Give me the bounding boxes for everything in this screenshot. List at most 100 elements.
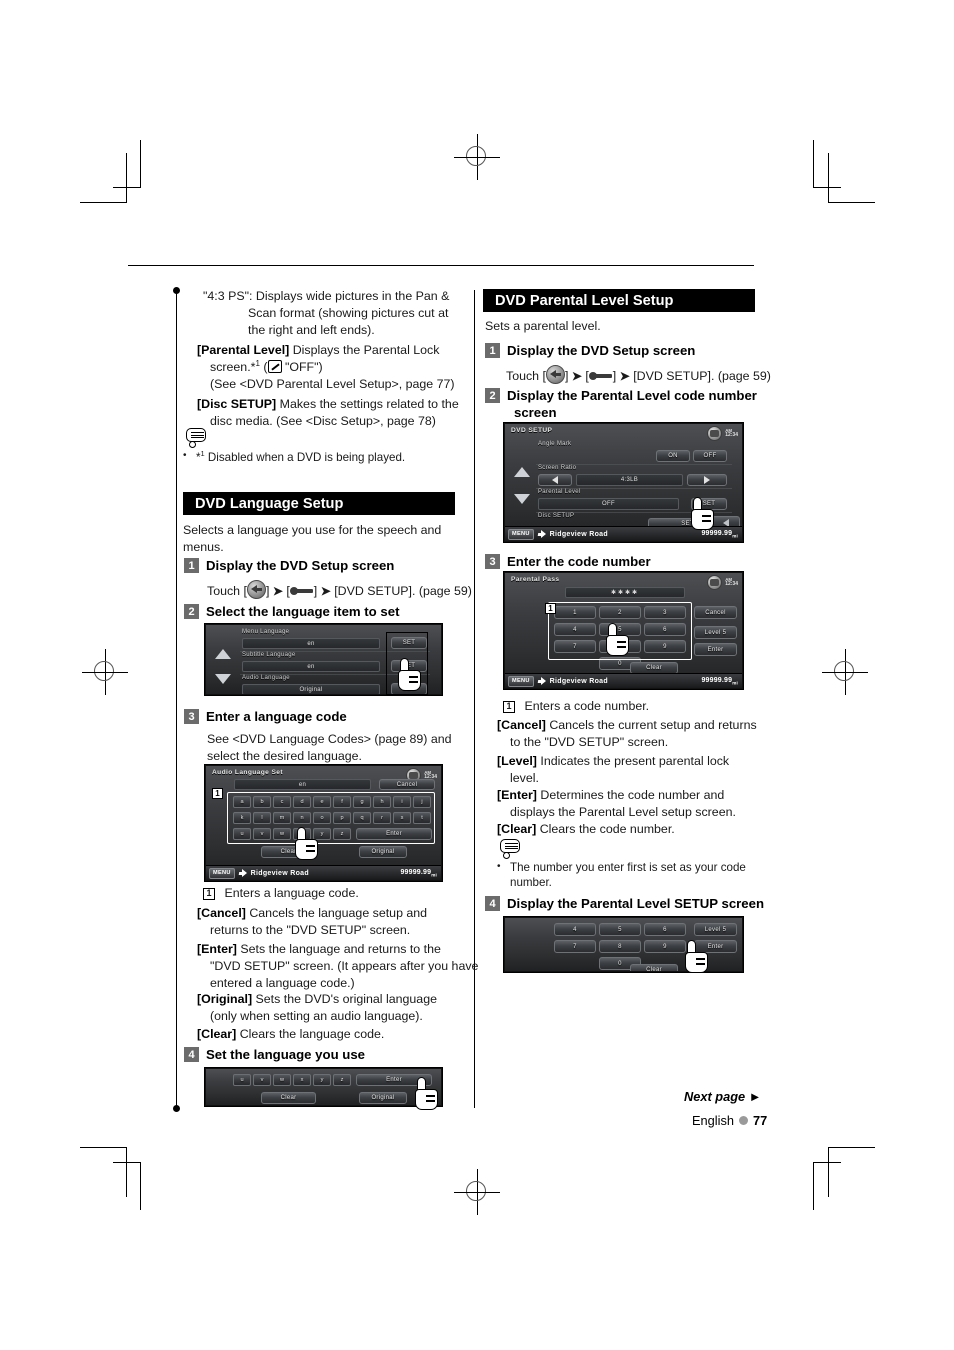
enter-button-partial[interactable]: Enter xyxy=(356,1074,432,1086)
crop-mark-tl-v xyxy=(140,140,141,188)
enter-button-parental[interactable]: Enter xyxy=(694,643,737,656)
subtitle-language-value[interactable]: en xyxy=(242,661,380,672)
paren-open: ( xyxy=(259,360,268,375)
audio-language-value[interactable]: Original xyxy=(242,684,380,694)
distance-2: 99999.99mi xyxy=(701,530,738,538)
clear-button-keyboard[interactable]: Clear xyxy=(261,846,316,858)
left-edge-dot-top xyxy=(173,287,180,294)
original-button-partial[interactable]: Original xyxy=(359,1092,407,1104)
keypad-8-partial[interactable]: 8 xyxy=(599,940,641,953)
left-edge-rule xyxy=(176,290,177,1108)
enter-button-partial-r[interactable]: Enter xyxy=(694,940,737,953)
crop-mark-br-h2 xyxy=(828,1147,875,1148)
scroll-down-icon[interactable] xyxy=(215,674,231,684)
distance-1: 99999.99mi xyxy=(400,869,437,877)
parental-level-set-button[interactable]: SET xyxy=(691,498,727,510)
menu-language-value[interactable]: en xyxy=(242,638,380,649)
menu-button-2[interactable]: MENU xyxy=(508,528,534,540)
navigation-road-1: Ridgeview Road xyxy=(239,868,309,878)
clear-button-partial[interactable]: Clear xyxy=(261,1092,316,1104)
header-rule xyxy=(128,265,754,266)
left-step-2: 2 Select the language item to set xyxy=(184,604,399,619)
status-bar-3: MENU Ridgeview Road 99999.99mi xyxy=(505,673,742,688)
scroll-up-icon[interactable] xyxy=(215,649,231,659)
parental-level-label: [Parental Level] xyxy=(197,343,290,357)
menu-button-3[interactable]: MENU xyxy=(508,675,534,687)
level-button-parental[interactable]: Level 5 xyxy=(694,626,737,639)
original-button-keyboard[interactable]: Original xyxy=(359,846,407,858)
navigation-road-2: Ridgeview Road xyxy=(538,529,608,539)
globe-icon-3[interactable] xyxy=(707,575,723,590)
left-edge-dot-bottom xyxy=(173,1105,180,1112)
registration-mark-bottom xyxy=(454,1169,500,1215)
clear-desc: Clears the language code. xyxy=(239,1027,385,1041)
crop-mark-tr-v2 xyxy=(828,153,829,203)
keypad-7-partial[interactable]: 7 xyxy=(554,940,596,953)
passcode-display: ✱✱✱✱ xyxy=(565,587,685,598)
manual-page: "4:3 PS": Displays wide pictures in the … xyxy=(0,0,954,1350)
right-step-1-touch-line: Touch [] ➤ [] ➤ [DVD SETUP]. (page 59) xyxy=(506,365,786,385)
registration-mark-right xyxy=(822,649,868,695)
chevron-right-icon-2: ➤ xyxy=(320,584,331,598)
disc-setup-label: [Disc SETUP] xyxy=(197,397,277,411)
keypad-9-partial[interactable]: 9 xyxy=(644,940,686,953)
parental-level-entry-line2: screen.*1 ( "OFF") xyxy=(210,359,490,376)
left-step-3-body-2: select the desired language. xyxy=(207,749,362,763)
disc-setup-desc: Makes the settings related to the xyxy=(279,397,459,411)
tip-bullet: • xyxy=(497,861,501,872)
parental-level-desc2-post: "OFF") xyxy=(284,360,323,375)
menu-language-label: Menu Language xyxy=(242,629,290,635)
registration-mark-top xyxy=(454,134,500,180)
right-step-4-title: Display the Parental Level SETUP screen xyxy=(507,896,765,911)
road-name-2: Ridgeview Road xyxy=(549,530,608,538)
keypad-4-partial[interactable]: 4 xyxy=(554,923,596,936)
crop-mark-bl-v2 xyxy=(126,1147,127,1197)
angle-mark-off-button[interactable]: OFF xyxy=(693,450,727,462)
intro-line-2: Scan format (showing pictures cut at xyxy=(248,306,449,320)
angle-mark-on-button[interactable]: ON xyxy=(656,450,690,462)
clear-label: [Clear] xyxy=(197,1027,237,1041)
dvd-setup-screen: DVD SETUP AM 12:34 Angle Mark ON OFF Scre… xyxy=(504,423,743,542)
pen-icon xyxy=(267,360,282,374)
key-z-partial[interactable]: z xyxy=(333,1074,351,1086)
menu-return-icon xyxy=(246,580,266,599)
scroll-up-icon-2[interactable] xyxy=(514,467,530,477)
crop-mark-br-h xyxy=(813,1162,841,1163)
footnote-text: *1 Disabled when a DVD is being played. xyxy=(196,449,476,465)
right-step-4: 4 Display the Parental Level SETUP scree… xyxy=(485,896,764,911)
touch-prefix: Touch [ xyxy=(207,584,247,598)
left-note-enter-3: entered a language code.) xyxy=(210,976,355,990)
scroll-down-icon-2[interactable] xyxy=(514,494,530,504)
key-u-partial[interactable]: u xyxy=(233,1074,251,1086)
touch-dvd-setup-r: [DVD SETUP]. (page 59) xyxy=(633,369,771,383)
keypad-6-partial[interactable]: 6 xyxy=(644,923,686,936)
key-y-partial[interactable]: y xyxy=(313,1074,331,1086)
cancel-desc-r: Cancels the current setup and returns xyxy=(549,718,757,732)
parental-level-desc: Displays the Parental Lock xyxy=(292,343,440,357)
touch-bracket-2-r: [ xyxy=(581,369,589,383)
right-note-enter: [Enter] Determines the code number and xyxy=(497,787,787,803)
touch-bracket-2: [ xyxy=(282,584,290,598)
level-button-partial[interactable]: Level 5 xyxy=(694,923,737,936)
keypad-5-partial[interactable]: 5 xyxy=(599,923,641,936)
touch-end: ] xyxy=(313,584,321,598)
callout-number-1-keyboard: 1 xyxy=(212,788,223,799)
right-note-level: [Level] Indicates the present parental l… xyxy=(497,753,787,769)
key-x-partial[interactable]: x xyxy=(293,1074,311,1086)
globe-icon-2[interactable] xyxy=(707,426,723,441)
cancel-button-parental[interactable]: Cancel xyxy=(694,606,737,619)
crop-mark-tr-h2 xyxy=(828,202,875,203)
cancel-button-keyboard[interactable]: Cancel xyxy=(379,779,435,790)
left-note-original: [Original] Sets the DVD's original langu… xyxy=(197,991,477,1007)
screen-ratio-prev-button[interactable] xyxy=(538,474,572,486)
key-v-partial[interactable]: v xyxy=(253,1074,271,1086)
clear-button-partial-r[interactable]: Clear xyxy=(630,964,678,971)
screen-ratio-next-button[interactable] xyxy=(687,474,727,486)
left-note-cancel: [Cancel] Cancels the language setup and xyxy=(197,905,477,921)
right-note-cancel: [Cancel] Cancels the current setup and r… xyxy=(497,717,787,733)
left-step-3: 3 Enter a language code xyxy=(184,709,347,724)
menu-button-1[interactable]: MENU xyxy=(209,867,235,879)
road-name-3: Ridgeview Road xyxy=(549,677,608,685)
enter-desc: Sets the language and returns to the xyxy=(240,942,441,956)
key-w-partial[interactable]: w xyxy=(273,1074,291,1086)
